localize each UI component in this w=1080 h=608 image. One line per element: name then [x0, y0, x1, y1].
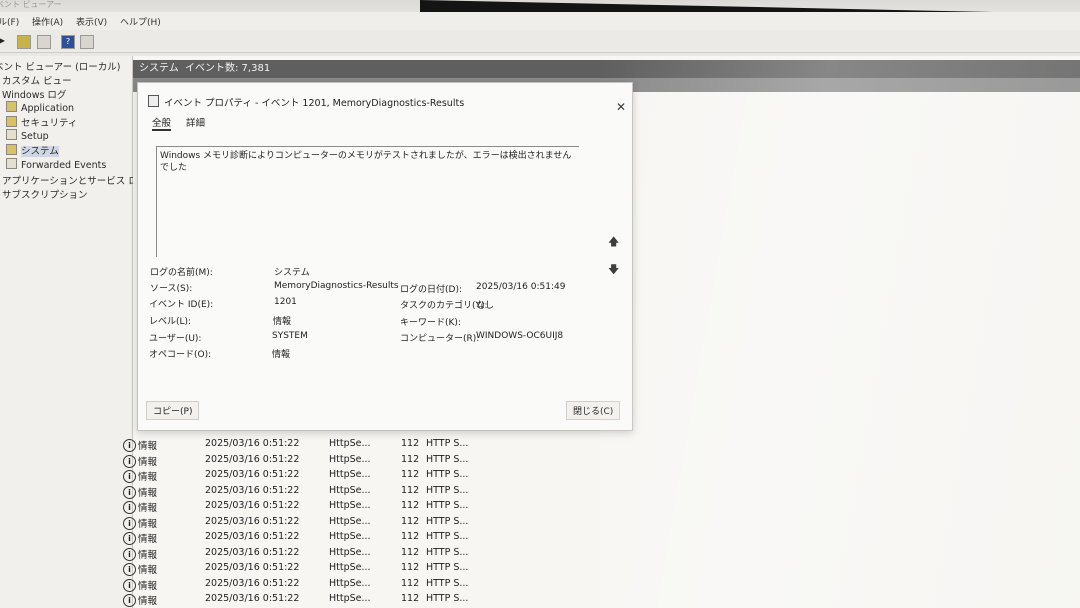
close-button[interactable]: 閉じる(C) — [566, 401, 621, 420]
log-name-label: ログの名前(M): — [150, 268, 213, 278]
help-icon[interactable]: ? — [61, 35, 75, 49]
navigation-tree: ベント ビューアー (ローカル) カスタム ビュー Windows ログ App… — [0, 56, 147, 608]
tree-item-custom-views[interactable]: カスタム ビュー — [2, 73, 72, 87]
info-icon: i — [123, 485, 136, 499]
info-icon: i — [123, 594, 136, 607]
arrow-down-icon[interactable]: 🡇 — [608, 261, 619, 280]
task-category-value: なし — [476, 301, 495, 311]
table-row[interactable]: i 情報 2025/03/16 0:51:22 HttpSe... 112 HTTP S.… — [123, 454, 643, 469]
logged-label: ログの日付(D): — [400, 285, 462, 295]
table-row[interactable]: i 情報 2025/03/16 0:51:22 HttpSe... 112 HTTP S.… — [123, 531, 643, 546]
tree-item-app-service-logs[interactable]: アプリケーションとサービス ログ — [2, 173, 147, 187]
table-row[interactable]: i 情報 2025/03/16 0:51:22 HttpSe... 112 HTTP S.… — [123, 578, 643, 593]
table-row[interactable]: i 情報 2025/03/16 0:51:22 HttpSe... 112 HTTP S.… — [123, 593, 643, 608]
info-icon: i — [123, 563, 136, 576]
tree-item-security[interactable]: セキュリティ — [6, 115, 77, 129]
tree-item-system[interactable]: システム — [6, 143, 59, 157]
info-icon: i — [123, 532, 136, 545]
event-id-value: 1201 — [274, 297, 297, 307]
window-title: ベント ビューアー — [0, 0, 62, 9]
task-category-label: タスクのカテゴリ(Y): — [400, 301, 488, 311]
folder-icon[interactable] — [17, 35, 31, 49]
copy-button[interactable]: コピー(P) — [146, 401, 200, 420]
table-row[interactable]: i 情報 2025/03/16 0:51:22 HttpSe... 112 HTTP S.… — [123, 562, 643, 577]
arrow-up-icon[interactable]: 🡅 — [608, 233, 619, 252]
properties-icon[interactable] — [80, 35, 94, 49]
log-header: システム イベント数: 7,381 — [133, 60, 1080, 78]
forward-arrow-icon[interactable]: ▶ — [0, 35, 8, 47]
info-icon: i — [123, 439, 136, 452]
table-row[interactable]: i 情報 2025/03/16 0:51:22 HttpSe... 112 HTTP S.… — [123, 516, 643, 531]
log-icon — [6, 116, 17, 127]
log-icon — [6, 129, 17, 140]
event-message-box[interactable]: Windows メモリ診断によりコンピューターのメモリがテストされましたが、エラ… — [156, 146, 579, 257]
logged-value: 2025/03/16 0:51:49 — [476, 282, 566, 292]
table-row[interactable]: i 情報 2025/03/16 0:51:22 HttpSe... 112 HTTP S.… — [123, 500, 643, 515]
toolbar: ▶ ? — [0, 30, 1080, 53]
event-properties-icon — [148, 95, 159, 107]
keyword-label: キーワード(K): — [400, 318, 461, 328]
tab-details[interactable]: 詳細 — [186, 115, 205, 129]
tree-item-application[interactable]: Application — [6, 101, 74, 114]
info-icon: i — [123, 547, 136, 561]
info-icon: i — [123, 578, 136, 592]
log-name: システム — [139, 63, 179, 74]
tree-item-root[interactable]: ベント ビューアー (ローカル) — [0, 59, 121, 73]
event-id-label: イベント ID(E): — [149, 300, 214, 310]
menu-help[interactable]: ヘルプ(H) — [120, 15, 161, 28]
opcode-value: 情報 — [272, 350, 291, 360]
tree-item-forwarded-events[interactable]: Forwarded Events — [6, 158, 106, 171]
info-icon: i — [123, 501, 136, 514]
table-row[interactable]: i 情報 2025/03/16 0:51:22 HttpSe... 112 HTTP S.… — [123, 485, 643, 500]
level-value: 情報 — [273, 317, 292, 327]
menu-view[interactable]: 表示(V) — [76, 15, 107, 28]
dialog-title: イベント プロパティ - イベント 1201, MemoryDiagnostic… — [164, 98, 465, 109]
tree-item-subscriptions[interactable]: サブスクリプション — [2, 187, 88, 201]
menu-bar: ル(F) 操作(A) 表示(V) ヘルプ(H) — [0, 12, 1080, 31]
computer-label: コンピューター(R): — [400, 334, 480, 344]
log-icon — [6, 101, 17, 112]
event-properties-dialog: イベント プロパティ - イベント 1201, MemoryDiagnostic… — [137, 82, 633, 431]
info-icon: i — [123, 470, 136, 483]
info-icon: i — [123, 454, 136, 468]
panel-icon[interactable] — [37, 35, 51, 49]
info-icon: i — [123, 516, 136, 530]
log-name-value: システム — [274, 268, 310, 278]
log-icon — [6, 144, 17, 155]
menu-action[interactable]: 操作(A) — [32, 15, 63, 28]
source-label: ソース(S): — [150, 284, 193, 294]
tab-general[interactable]: 全般 — [152, 115, 172, 131]
tree-item-setup[interactable]: Setup — [6, 129, 49, 142]
event-count: イベント数: 7,381 — [185, 63, 271, 74]
log-icon — [6, 158, 17, 169]
table-row[interactable]: i 情報 2025/03/16 0:51:22 HttpSe... 112 HTTP S.… — [123, 547, 643, 562]
menu-file[interactable]: ル(F) — [0, 15, 19, 28]
level-label: レベル(L): — [149, 317, 192, 327]
table-row[interactable]: i 情報 2025/03/16 0:51:22 HttpSe... 112 HTTP S.… — [123, 438, 643, 453]
opcode-label: オペコード(O): — [149, 350, 212, 360]
source-value: MemoryDiagnostics-Results — [274, 281, 399, 291]
close-icon[interactable]: ✕ — [616, 100, 626, 114]
user-value: SYSTEM — [272, 331, 308, 341]
computer-value: WINDOWS-OC6UIJ8 — [476, 331, 564, 341]
table-row[interactable]: i 情報 2025/03/16 0:51:22 HttpSe... 112 HTTP S.… — [123, 469, 643, 484]
tree-item-windows-logs[interactable]: Windows ログ — [2, 87, 66, 101]
user-label: ユーザー(U): — [149, 334, 202, 344]
